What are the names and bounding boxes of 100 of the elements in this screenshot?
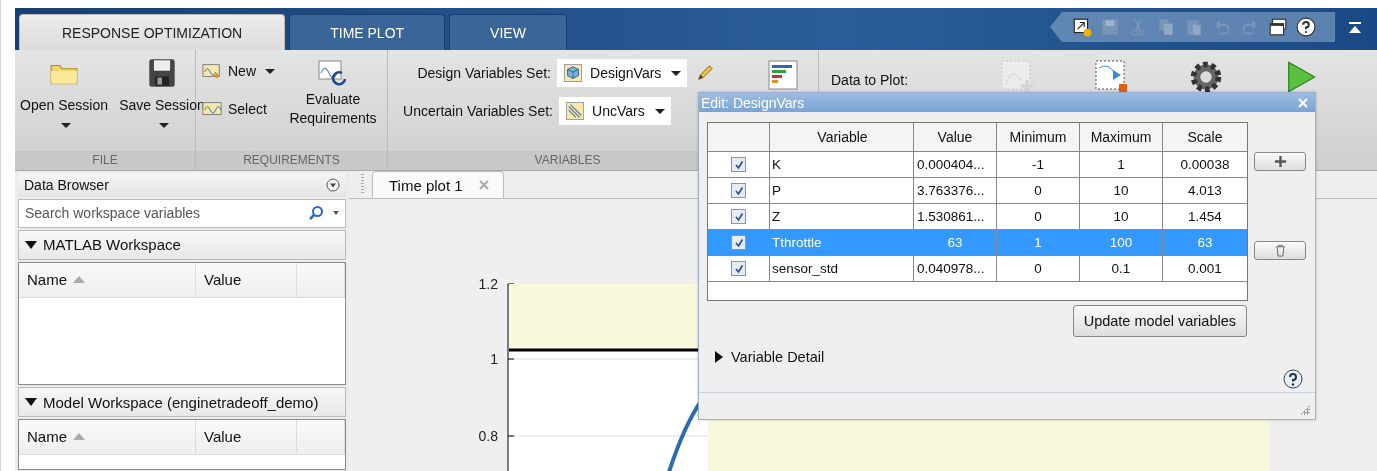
table-cell: 3.763376... <box>914 178 997 203</box>
checkmark-icon <box>733 185 744 196</box>
panel-title: Data Browser <box>24 176 109 193</box>
table-cell: 0 <box>997 204 1080 229</box>
checkbox[interactable] <box>731 209 746 224</box>
menu-circle-icon[interactable] <box>326 177 340 192</box>
table-cell: 1.530861... <box>914 204 997 229</box>
checkbox[interactable] <box>731 157 746 172</box>
evaluate-requirements-button[interactable]: Evaluate Requirements <box>279 56 387 130</box>
uncertain-variables-label: Uncertain Variables Set: <box>402 103 553 119</box>
axis-tick-label: 1 <box>490 351 498 367</box>
table-cell: K <box>770 152 914 177</box>
axis-tick-label: 0.8 <box>478 428 498 444</box>
workspace-section-header[interactable]: MATLAB Workspace <box>18 230 346 260</box>
ribbon-tab[interactable]: RESPONSE OPTIMIZATION <box>19 14 286 50</box>
table-cell: 10 <box>1080 178 1163 203</box>
cube-icon <box>563 64 583 82</box>
data-to-plot-label: Data to Plot: <box>831 72 910 88</box>
search-icon <box>308 205 324 222</box>
table-cell-text: 0.00038 <box>1179 156 1231 174</box>
help-icon[interactable] <box>1296 17 1316 37</box>
caret-icon <box>333 211 339 216</box>
table-cell: sensor_std <box>770 256 914 281</box>
trash-icon <box>1273 244 1287 257</box>
checkbox[interactable] <box>731 235 746 250</box>
update-model-variables-button[interactable]: Update model variables <box>1072 305 1247 337</box>
column-header: Maximum <box>1080 123 1163 151</box>
plot-play-icon[interactable] <box>1095 60 1129 94</box>
dialog-title: Edit: DesignVars <box>701 94 805 111</box>
column-header[interactable]: Value <box>196 419 297 454</box>
table-cell: 10 <box>1080 204 1163 229</box>
shortcut-icon[interactable] <box>1072 17 1092 37</box>
variable-detail-toggle[interactable]: Variable Detail <box>707 345 833 369</box>
table-cell: 100 <box>1080 230 1163 255</box>
sort-icon <box>73 433 85 441</box>
search-field[interactable]: Search workspace variables <box>18 198 346 229</box>
checkmark-icon <box>733 237 744 248</box>
windows-icon[interactable] <box>1268 17 1288 37</box>
section-title: FILE <box>15 151 195 170</box>
table-cell-text: 0.001 <box>1187 260 1223 278</box>
caret-icon <box>265 68 275 74</box>
table-cell: 0.040978... <box>914 256 997 281</box>
sort-icon <box>73 276 85 284</box>
caret-icon <box>671 70 682 76</box>
column-header: Scale <box>1186 128 1224 147</box>
section-title: REQUIREMENTS <box>196 151 387 170</box>
waveform-refresh-icon <box>318 58 348 88</box>
table-cell: 0 <box>997 178 1080 203</box>
column-header: Variable <box>770 123 914 151</box>
column-header[interactable]: Name <box>19 419 196 454</box>
table-cell: 63 <box>914 230 997 255</box>
column-header[interactable]: Name <box>19 262 196 297</box>
pencil-icon[interactable] <box>695 64 716 82</box>
workspace-section-header[interactable]: Model Workspace (enginetradeoff_demo) <box>18 387 346 417</box>
collapse-ribbon-icon[interactable] <box>1347 20 1363 36</box>
checkbox[interactable] <box>731 183 746 198</box>
gear-icon[interactable] <box>1189 60 1223 94</box>
column-header[interactable]: Value <box>196 262 297 297</box>
delete-button[interactable] <box>1254 241 1306 260</box>
waveform-icon <box>202 100 222 118</box>
hatched-square-icon <box>565 102 585 120</box>
table-row[interactable]: sensor_std 0.040978... 0 0.1 0.001 <box>708 256 1247 282</box>
table-row[interactable]: P 3.763376... 0 10 4.013 <box>708 178 1247 204</box>
bar-chart-icon[interactable] <box>767 60 798 90</box>
caret-icon <box>60 122 71 128</box>
help-icon[interactable] <box>1283 369 1303 389</box>
uncertain-variables-dropdown[interactable]: UncVars <box>559 97 671 125</box>
checkmark-icon <box>733 159 744 170</box>
checkmark-icon <box>733 211 744 222</box>
checkmark-icon <box>733 263 744 274</box>
waveform-plus-icon <box>202 62 222 80</box>
column-header: Minimum <box>997 123 1080 151</box>
table-cell: -1 <box>997 152 1080 177</box>
table-cell: 0.000404... <box>914 152 997 177</box>
table-cell-text: 1.454 <box>1187 208 1223 226</box>
checkbox[interactable] <box>731 261 746 276</box>
table-cell: 0.1 <box>1080 256 1163 281</box>
table-cell-text: 4.013 <box>1187 182 1223 200</box>
table-cell: Tthrottle <box>770 230 914 255</box>
design-variables-label: Design Variables Set: <box>416 65 551 81</box>
column-header: Value <box>914 123 997 151</box>
add-button[interactable] <box>1254 152 1306 171</box>
caret-icon <box>158 122 169 128</box>
design-variables-dropdown[interactable]: DesignVars <box>557 59 688 87</box>
drag-handle-icon[interactable] <box>361 174 364 194</box>
table-cell: 1 <box>1080 152 1163 177</box>
table-cell: 1 <box>997 230 1080 255</box>
ribbon-tab[interactable]: TIME PLOT <box>289 14 446 50</box>
table-row[interactable]: K 0.000404... -1 1 0.00038 <box>708 152 1247 178</box>
document-tab[interactable]: Time plot 1 <box>372 171 504 198</box>
new-requirement-button[interactable]: New <box>202 62 275 80</box>
plus-icon <box>1273 155 1287 168</box>
table-cell: 0 <box>997 256 1080 281</box>
caret-icon <box>654 108 665 114</box>
axis-tick-label: 1.2 <box>478 276 498 292</box>
table-cell: P <box>770 178 914 203</box>
table-cell: Z <box>770 204 914 229</box>
ribbon-tab[interactable]: VIEW <box>449 14 567 50</box>
open-session-button[interactable]: Open Session <box>15 56 113 136</box>
select-requirement-button[interactable]: Select <box>202 100 275 118</box>
